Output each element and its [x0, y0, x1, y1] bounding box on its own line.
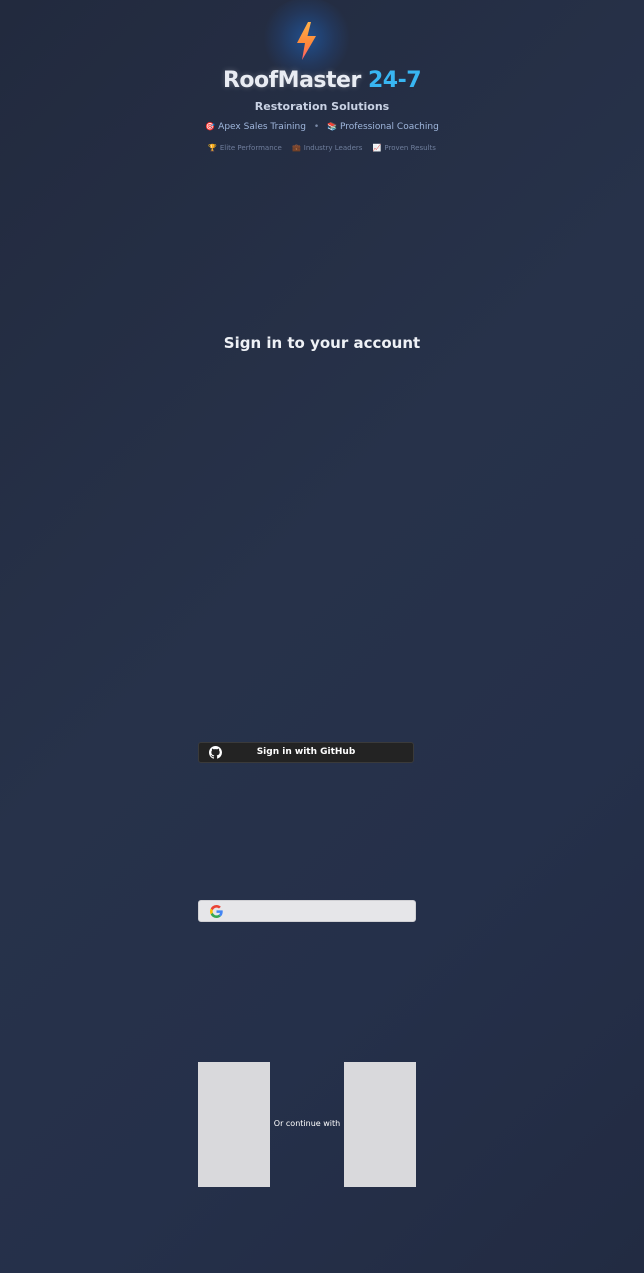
- brand-name-accent: 24-7: [367, 68, 422, 93]
- target-icon: 🎯: [205, 122, 216, 131]
- feature-label: Professional Coaching: [339, 122, 439, 132]
- login-page: RoofMaster 24-7 Restoration Solutions 🎯 A…: [0, 0, 644, 1273]
- badge-label: Elite Performance: [219, 144, 282, 152]
- feature-list: 🎯 Apex Sales Training • 📚 Professional Coa…: [0, 119, 644, 135]
- badge-item: 💼 Industry Leaders: [292, 144, 362, 152]
- badge-item: 🏆 Elite Performance: [208, 144, 282, 152]
- brand-subtitle: Restoration Solutions: [254, 100, 390, 113]
- badge-list: 🏆 Elite Performance 💼 Industry Leaders 📈 Pr…: [0, 141, 644, 155]
- github-signin-label: Sign in with GitHub: [256, 747, 356, 757]
- divider-text: Or continue with: [273, 1119, 341, 1128]
- books-icon: 📚: [327, 122, 337, 131]
- lightning-bolt-icon: [297, 22, 316, 60]
- signin-title: Sign in to your account: [223, 334, 421, 352]
- brand-name: RoofMaster: [222, 68, 361, 93]
- separator-dot: •: [313, 122, 320, 132]
- google-icon: [210, 905, 223, 918]
- badge-item: 📈 Proven Results: [373, 144, 436, 152]
- trophy-icon: 🏆: [208, 144, 217, 152]
- feature-label: Apex Sales Training: [218, 122, 306, 132]
- badge-label: Proven Results: [384, 144, 436, 152]
- divider-line-right: [344, 1062, 416, 1187]
- google-signin-button[interactable]: [198, 900, 416, 922]
- github-signin-button[interactable]: Sign in with GitHub: [198, 742, 414, 763]
- brand-title: RoofMaster 24-7: [0, 66, 644, 96]
- briefcase-icon: 💼: [292, 144, 301, 152]
- chart-icon: 📈: [372, 144, 382, 152]
- badge-label: Industry Leaders: [303, 144, 363, 152]
- github-icon: [209, 746, 222, 759]
- divider-line-left: [198, 1062, 270, 1187]
